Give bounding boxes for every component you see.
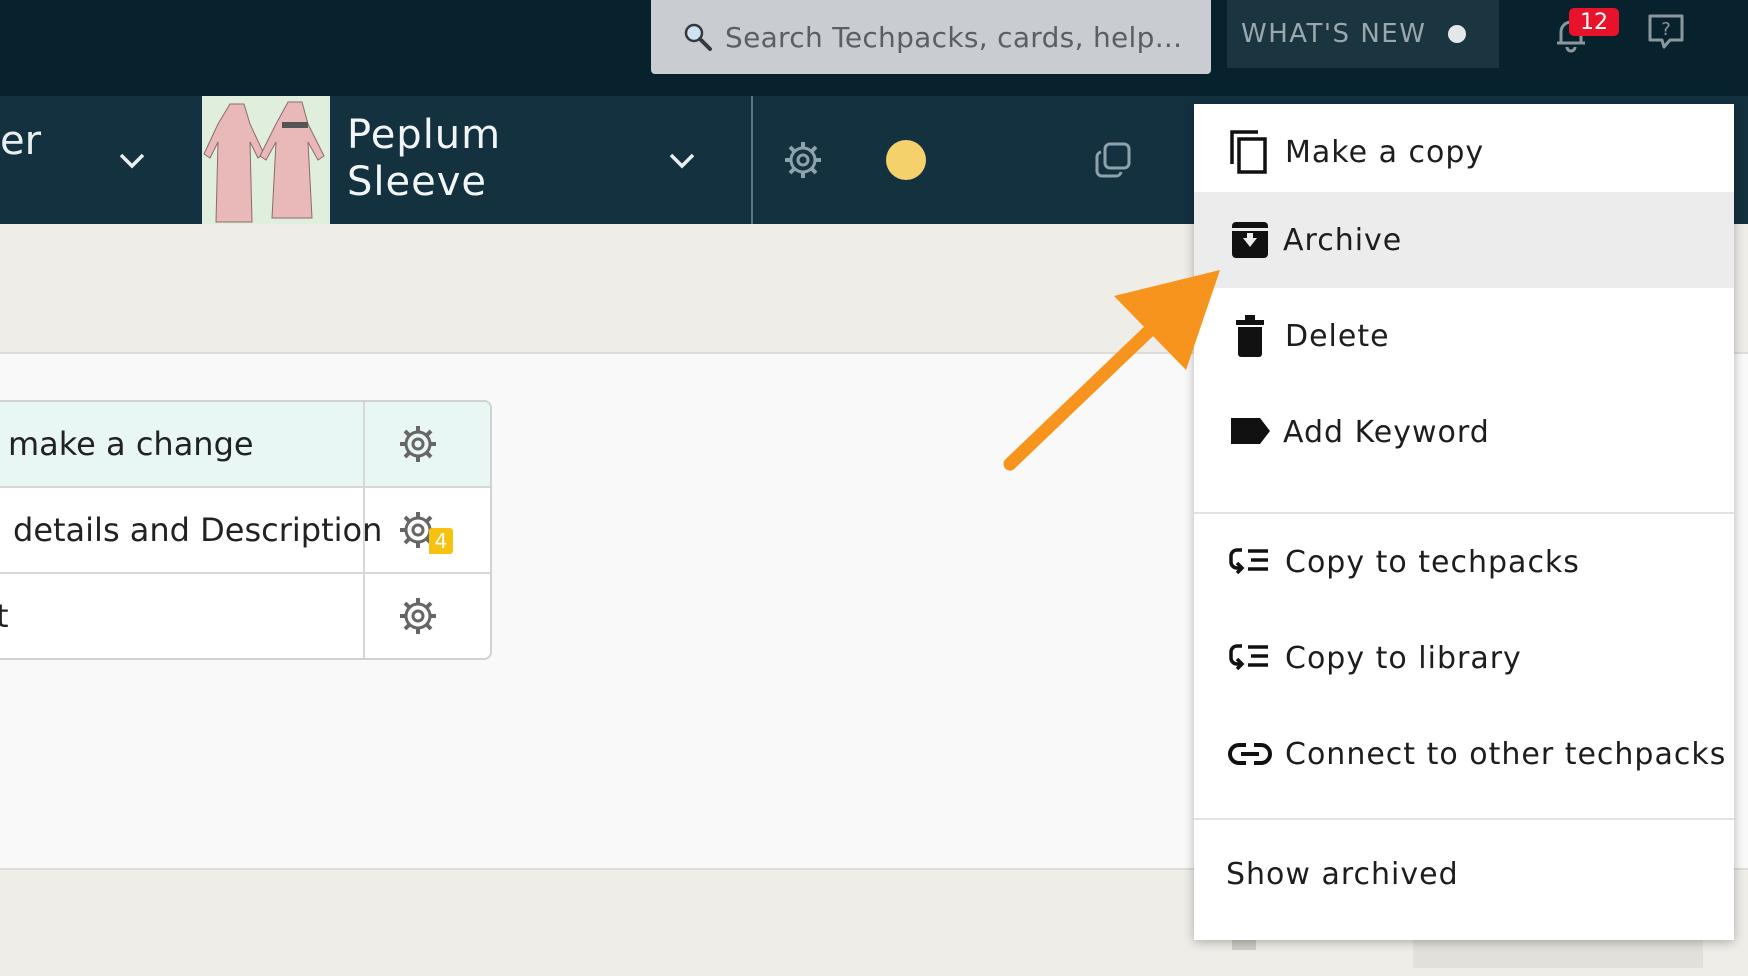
archive-icon [1228,218,1272,266]
garment-thumbnail [202,96,330,224]
menu-item-label: Copy to library [1285,640,1522,676]
notification-badge: 12 [1569,8,1619,36]
column-divider [363,402,365,486]
row-title: t [0,574,9,658]
table-row[interactable]: details and Description 4 [0,488,490,574]
whats-new-label: WHAT'S NEW [1241,19,1427,49]
menu-item-delete[interactable]: Delete [1194,288,1734,384]
menu-item-label: Add Keyword [1283,414,1490,450]
menu-item-make-a-copy[interactable]: Make a copy [1194,104,1734,200]
menu-item-add-keyword[interactable]: Add Keyword [1194,384,1734,480]
style-name-line-2: Sleeve [347,159,488,205]
svg-text:?: ? [1661,19,1671,40]
menu-item-archive[interactable]: Archive [1194,192,1734,288]
copy-list-icon [1228,538,1272,586]
menu-item-label: Show archived [1226,856,1459,892]
column-divider [363,574,365,658]
copy-list-icon [1228,634,1272,682]
menu-item-show-archived[interactable]: Show archived [1194,826,1734,922]
menu-item-label: Make a copy [1285,134,1485,170]
search-input[interactable]: Search Techpacks, cards, help... [651,0,1211,74]
gear-icon[interactable] [398,424,438,464]
trash-icon [1228,312,1272,360]
copy-icon [1228,128,1272,176]
previous-techpack-name: er [0,118,42,164]
link-icon [1228,730,1272,778]
menu-item-copy-to-techpacks[interactable]: Copy to techpacks [1194,514,1734,610]
search-placeholder: Search Techpacks, cards, help... [725,20,1183,54]
whats-new-dot [1448,25,1467,43]
annotation-arrow-icon [1003,270,1220,471]
chevron-down-icon[interactable] [118,152,146,170]
menu-item-connect-to-other-techpacks[interactable]: Connect to other techpacks [1194,706,1734,802]
whats-new-button[interactable]: WHAT'S NEW [1227,0,1499,68]
menu-item-label: Copy to techpacks [1285,544,1580,580]
menu-item-label: Archive [1283,222,1403,258]
gear-icon[interactable] [398,596,438,636]
cards-table: make a change details and Description 4 … [0,400,492,660]
menu-item-label: Connect to other techpacks [1285,736,1727,772]
search-icon [683,22,713,52]
gear-icon[interactable] [783,140,823,180]
row-title: details and Description [13,511,383,549]
row-title: make a change [8,425,254,463]
status-indicator[interactable] [886,140,926,180]
comment-count-badge: 4 [429,528,453,554]
menu-item-copy-to-library[interactable]: Copy to library [1194,610,1734,706]
table-row[interactable]: make a change [0,402,490,488]
divider [751,96,753,224]
chevron-down-icon[interactable] [668,152,696,170]
table-row[interactable]: t [0,574,490,658]
tag-icon [1228,414,1272,462]
menu-separator [1194,818,1734,820]
style-name-line-1: Peplum [347,112,502,158]
help-icon[interactable]: ? [1646,12,1686,52]
more-actions-menu: Make a copy Archive Delete Add Keyword C… [1194,104,1734,940]
copy-icon[interactable] [1093,140,1133,180]
menu-item-label: Delete [1285,318,1390,354]
style-name: Peplum Sleeve [347,112,501,206]
column-divider [363,488,365,572]
